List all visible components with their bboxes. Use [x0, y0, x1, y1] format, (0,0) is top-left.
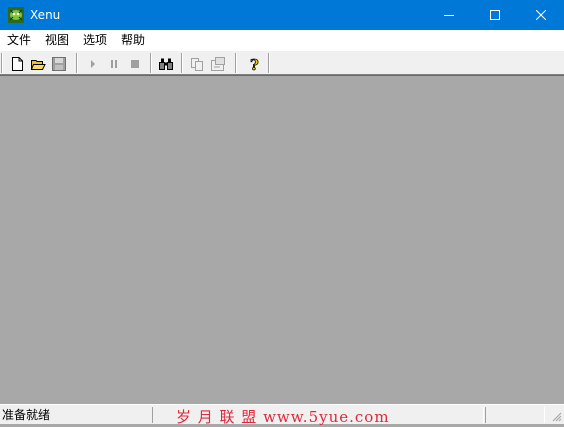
window-controls — [426, 0, 564, 30]
crawl-tools — [82, 53, 145, 74]
maximize-icon — [490, 10, 500, 20]
watermark: 岁 月 联 盟 www.5yue.com — [176, 408, 390, 426]
resize-grip-icon[interactable] — [552, 412, 562, 422]
copy-button[interactable] — [186, 53, 207, 74]
save-button[interactable] — [48, 53, 69, 74]
title-bar: Xenu — [0, 0, 564, 30]
svg-text:?: ? — [250, 56, 259, 72]
new-document-icon — [11, 56, 23, 71]
find-button[interactable] — [155, 53, 176, 74]
toolbar-separator — [150, 53, 152, 73]
stop-icon — [130, 59, 139, 68]
toolbar-separator — [1, 53, 3, 73]
minimize-icon — [444, 15, 454, 16]
stop-button[interactable] — [124, 53, 145, 74]
menu-options[interactable]: 选项 — [76, 30, 114, 50]
pause-button[interactable] — [103, 53, 124, 74]
window-title: Xenu — [30, 8, 61, 22]
edit-tools — [186, 53, 228, 74]
status-text: 准备就绪 — [2, 408, 51, 422]
find-binoculars-icon — [158, 58, 173, 70]
toolbar-separator — [76, 53, 78, 73]
save-disk-icon — [51, 56, 66, 71]
properties-button[interactable] — [207, 53, 228, 74]
menu-help[interactable]: 帮助 — [114, 30, 152, 50]
toolbar-separator — [268, 53, 270, 73]
find-tools — [155, 53, 176, 74]
menu-file[interactable]: 文件 — [0, 30, 38, 50]
help-tools: ? — [243, 53, 264, 74]
toolbar-separator — [235, 53, 237, 73]
menu-view[interactable]: 视图 — [38, 30, 76, 50]
maximize-button[interactable] — [472, 0, 518, 30]
xenu-bug-icon[interactable] — [8, 7, 24, 23]
toolbar: ? — [0, 50, 564, 75]
help-icon: ? — [249, 56, 259, 72]
close-icon — [536, 10, 546, 20]
copy-icon — [190, 57, 203, 71]
start-button[interactable] — [82, 53, 103, 74]
help-button[interactable]: ? — [243, 53, 264, 74]
status-pane — [485, 407, 545, 423]
minimize-button[interactable] — [426, 0, 472, 30]
menu-bar: 文件 视图 选项 帮助 — [0, 30, 564, 51]
toolbar-separator — [181, 53, 183, 73]
open-button[interactable] — [27, 53, 48, 74]
status-bar: 准备就绪 岁 月 联 盟 www.5yue.com — [0, 404, 564, 426]
pause-icon — [110, 59, 117, 68]
properties-icon — [210, 56, 225, 71]
open-folder-icon — [30, 59, 46, 70]
new-button[interactable] — [6, 53, 27, 74]
document-area[interactable] — [0, 75, 564, 404]
file-tools — [6, 53, 69, 74]
play-icon — [90, 59, 95, 68]
close-button[interactable] — [518, 0, 564, 30]
